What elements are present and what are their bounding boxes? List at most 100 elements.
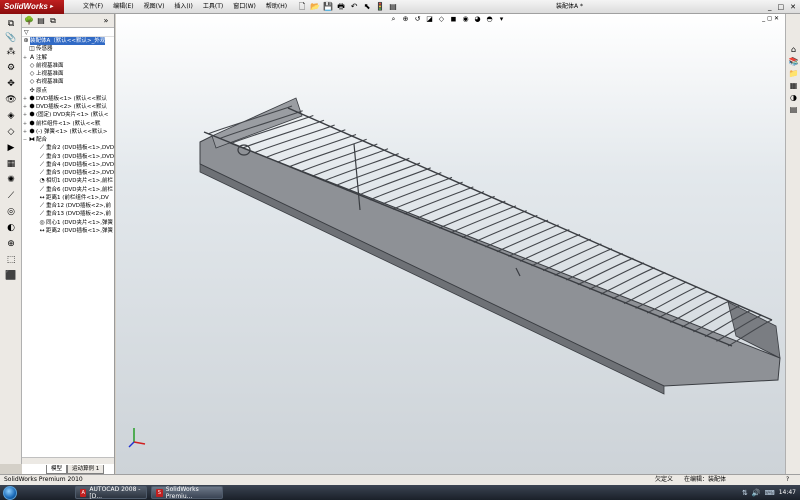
tree-node-mate-coincident-12[interactable]: ⟋ 重合12 (DVD插板<2>,前 [22, 202, 114, 210]
start-button[interactable] [3, 485, 17, 500]
tree-node-mate-coincident-13[interactable]: ⟋ 重合13 (DVD插板<2>,前 [22, 210, 114, 218]
tree-node-mate-concentric-1[interactable]: ◎ 同心1 (DVD夹片<1>,弹簧 [22, 219, 114, 227]
tree-node-mate-tangent-1[interactable]: ◔ 相切1 (DVD夹片<1>,前栏 [22, 177, 114, 185]
feature-manager-header: 🌳 ▤ ⧉ » [22, 14, 114, 28]
menu-insert[interactable]: 插入(I) [169, 0, 197, 14]
tree-filter[interactable]: ▽ [22, 28, 114, 37]
show-hidden-icon[interactable]: 👁 [3, 94, 19, 106]
smart-fasteners-icon[interactable]: ⚙ [3, 62, 19, 74]
tree-node-label: 重合6 (DVD夹片<1>,前栏 [46, 186, 113, 193]
sensor-icon: ◫ [29, 45, 35, 53]
select-icon[interactable]: ⬉ [361, 1, 373, 12]
save-icon[interactable]: 💾 [322, 1, 334, 12]
assembly-features-icon[interactable]: ◈ [3, 110, 19, 122]
restore-button[interactable]: □ [778, 0, 785, 14]
design-library-icon[interactable]: 📚 [788, 56, 799, 67]
print-icon[interactable]: 🖶 [335, 1, 347, 12]
tree-node-mate-distance-1[interactable]: ↔ 距离1 (前栏组件<1>,DV [22, 194, 114, 202]
graphics-area[interactable]: ⌕ ⊕ ↺ ◪ ◇ ◼ ◉ ◕ ◓ ▾ _ ◻ ✕ [116, 14, 785, 474]
explode-line-sketch-icon[interactable]: ⟋ [3, 190, 19, 202]
menu-help[interactable]: 帮助(H) [261, 0, 292, 14]
language-icon[interactable]: ⌨ [765, 489, 775, 497]
network-icon[interactable]: ⇅ [742, 489, 748, 497]
taskbar-item-solidworks-label: SolidWorks Premiu... [165, 485, 199, 500]
tree-node-front-rail-1[interactable]: + ⬢ 前栏组件<1> (默认<<默 [22, 120, 114, 128]
configuration-manager-tab-icon[interactable]: ⧉ [48, 16, 58, 26]
feature-tree-tab-icon[interactable]: 🌳 [24, 16, 34, 26]
rebuild-icon[interactable]: 🚦 [374, 1, 386, 12]
interference-detection-icon[interactable]: ◎ [3, 206, 19, 218]
command-manager-strip: ⧉ 📎 ⁂ ⚙ ✥ 👁 ◈ ◇ ▶ ▦ ✺ ⟋ ◎ ◐ ⊕ ⬚ ⬛ [0, 14, 22, 464]
tree-node-spring-1[interactable]: + ⬢ (-) 弹簧<1> (默认<<默认> [22, 128, 114, 136]
new-icon[interactable]: 🗋 [296, 1, 308, 12]
volume-icon[interactable]: 🔊 [752, 489, 761, 497]
move-component-icon[interactable]: ✥ [3, 78, 19, 90]
tree-node-dvd-board-2[interactable]: + ⬢ DVD插板<2> (默认<<默认 [22, 103, 114, 111]
menu-bar: 文件(F) 编辑(E) 视图(V) 插入(I) 工具(T) 窗口(W) 帮助(H… [78, 0, 292, 14]
wire-rod [635, 281, 687, 309]
bill-of-materials-icon[interactable]: ▦ [3, 158, 19, 170]
tab-model[interactable]: 模型 [46, 465, 68, 474]
reference-geometry-icon[interactable]: ◇ [3, 126, 19, 138]
tree-node-mates[interactable]: − ⧓ 配合 [22, 136, 114, 144]
plane-icon: ◇ [29, 70, 35, 78]
document-title: 装配体A * [556, 3, 584, 10]
custom-properties-icon[interactable]: ▤ [788, 104, 799, 115]
tree-node-mate-coincident-4[interactable]: ⟋ 重合4 (DVD插板<1>,DVD [22, 161, 114, 169]
feature-tree-scrollbar[interactable] [22, 457, 114, 464]
close-button[interactable]: ✕ [790, 0, 796, 14]
tree-node-dvd-board-1[interactable]: + ⬢ DVD插板<1> (默认<<默认 [22, 95, 114, 103]
tree-node-sensors[interactable]: ◫ 传感器 [22, 45, 114, 53]
menu-view[interactable]: 视图(V) [139, 0, 170, 14]
taskbar-item-autocad[interactable]: A AUTOCAD 2008 - [D... [75, 486, 147, 500]
tree-node-mate-coincident-5[interactable]: ⟋ 重合5 (DVD插板<2>,DVD [22, 169, 114, 177]
tree-node-mate-coincident-2[interactable]: ⟋ 重合2 (DVD插板<1>,DVD [22, 144, 114, 152]
tree-node-origin[interactable]: ✣ 原点 [22, 87, 114, 95]
instant3d-icon[interactable]: ⬚ [3, 254, 19, 266]
large-assembly-icon[interactable]: ⬛ [3, 270, 19, 282]
tab-motion-study-1[interactable]: 运动算例 1 [67, 465, 105, 474]
tree-root-label: 装配体A（默认<<默认>_外观 [30, 37, 106, 46]
mate-icon[interactable]: 📎 [3, 32, 19, 44]
minimize-button[interactable]: _ [768, 0, 772, 14]
tree-node-label: 上视基准面 [36, 71, 64, 78]
wire-tray-model [199, 97, 781, 395]
expand-panel-icon[interactable]: » [101, 16, 111, 26]
tree-node-right-plane[interactable]: ◇ 右视基准面 [22, 78, 114, 86]
hole-alignment-icon[interactable]: ⊕ [3, 238, 19, 250]
menu-window[interactable]: 窗口(W) [228, 0, 261, 14]
options-icon[interactable]: ▤ [387, 1, 399, 12]
property-manager-tab-icon[interactable]: ▤ [36, 16, 46, 26]
help-icon[interactable]: ? [786, 475, 789, 485]
menu-edit[interactable]: 编辑(E) [108, 0, 138, 14]
taskbar-item-solidworks[interactable]: S SolidWorks Premiu... [151, 485, 223, 500]
tree-root-assembly[interactable]: ⊛ 装配体A（默认<<默认>_外观 [22, 37, 114, 46]
solidworks-resources-icon[interactable]: ⌂ [788, 44, 799, 55]
file-explorer-icon[interactable]: 📁 [788, 68, 799, 79]
clearance-icon[interactable]: ◐ [3, 222, 19, 234]
component-pattern-icon[interactable]: ⁂ [3, 46, 19, 58]
undo-icon[interactable]: ↶ [348, 1, 360, 12]
exploded-view-icon[interactable]: ✺ [3, 174, 19, 186]
insert-component-icon[interactable]: ⧉ [3, 18, 19, 30]
solidworks-logo[interactable]: SolidWorks ▸ [0, 0, 64, 14]
appearances-scenes-icon[interactable]: ◑ [788, 92, 799, 103]
new-motion-study-icon[interactable]: ▶ [3, 142, 19, 154]
tree-node-front-plane[interactable]: ◇ 前视基准面 [22, 62, 114, 70]
open-icon[interactable]: 📂 [309, 1, 321, 12]
tree-node-mate-coincident-6[interactable]: ⟋ 重合6 (DVD夹片<1>,前栏 [22, 186, 114, 194]
tree-node-annotations[interactable]: + A 注解 [22, 54, 114, 62]
menu-file[interactable]: 文件(F) [78, 0, 108, 14]
menu-tools[interactable]: 工具(T) [198, 0, 228, 14]
tree-node-top-plane[interactable]: ◇ 上视基准面 [22, 70, 114, 78]
tree-node-dvd-clip-1[interactable]: + ⬢ (固定) DVD夹片<1> (默认< [22, 111, 114, 119]
tree-node-label: 重合3 (DVD插板<1>,DVD [46, 153, 114, 160]
clock[interactable]: 14:47 [779, 489, 796, 496]
tree-node-mate-distance-2[interactable]: ↔ 距离2 (DVD插板<1>,弹簧 [22, 227, 114, 235]
tree-node-mate-coincident-3[interactable]: ⟋ 重合3 (DVD插板<1>,DVD [22, 153, 114, 161]
part-icon: ⬢ [29, 127, 35, 135]
front-rail [203, 131, 733, 347]
tree-node-label: 重合13 (DVD插板<2>,前 [46, 211, 111, 218]
tree-node-label: (固定) DVD夹片<1> (默认< [36, 112, 109, 119]
view-palette-icon[interactable]: ▦ [788, 80, 799, 91]
